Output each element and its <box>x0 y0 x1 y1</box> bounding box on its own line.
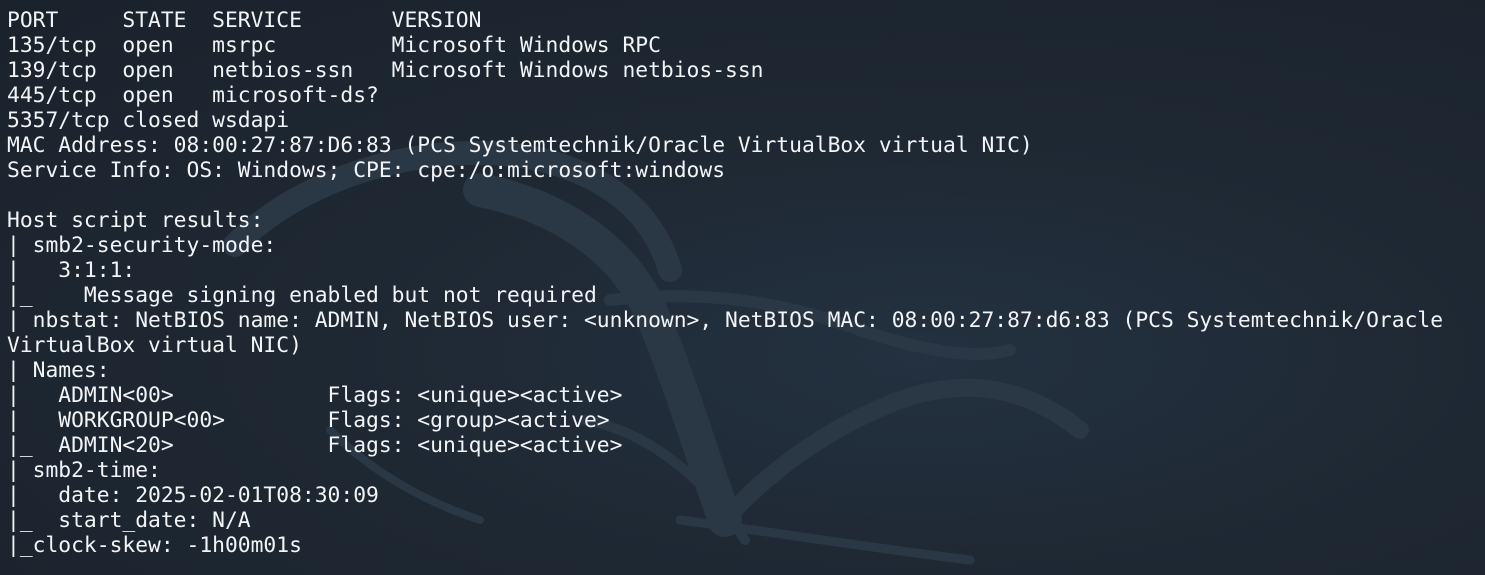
terminal-line: |_ Message signing enabled but not requi… <box>7 283 597 308</box>
terminal-line: | smb2-time: <box>7 458 161 483</box>
terminal-window[interactable]: PORT STATE SERVICE VERSION 135/tcp open m… <box>0 0 1485 575</box>
terminal-line: | smb2-security-mode: <box>7 233 277 258</box>
terminal-line: Host script results: <box>7 208 264 233</box>
terminal-line: | nbstat: NetBIOS name: ADMIN, NetBIOS u… <box>7 308 1444 333</box>
terminal-line: 135/tcp open msrpc Microsoft Windows RPC <box>7 33 661 58</box>
terminal-line: | date: 2025-02-01T08:30:09 <box>7 483 379 508</box>
terminal-line: |_ ADMIN<20> Flags: <unique><active> <box>7 433 623 458</box>
terminal-line: | ADMIN<00> Flags: <unique><active> <box>7 383 623 408</box>
terminal-line: | Names: <box>7 358 110 383</box>
terminal-line: | 3:1:1: <box>7 258 136 283</box>
terminal-line: 139/tcp open netbios-ssn Microsoft Windo… <box>7 58 764 83</box>
terminal-line: | WORKGROUP<00> Flags: <group><active> <box>7 408 610 433</box>
terminal-line: VirtualBox virtual NIC) <box>7 333 302 358</box>
terminal-line: 5357/tcp closed wsdapi <box>7 108 290 133</box>
terminal-line: 445/tcp open microsoft-ds? <box>7 83 379 108</box>
terminal-line: |_ start_date: N/A <box>7 508 251 533</box>
terminal-output: PORT STATE SERVICE VERSION 135/tcp open m… <box>7 8 1443 558</box>
terminal-line: |_clock-skew: -1h00m01s <box>7 533 302 558</box>
terminal-line: MAC Address: 08:00:27:87:D6:83 (PCS Syst… <box>7 133 1033 158</box>
terminal-line: Service Info: OS: Windows; CPE: cpe:/o:m… <box>7 158 726 183</box>
terminal-line: PORT STATE SERVICE VERSION <box>7 8 482 33</box>
